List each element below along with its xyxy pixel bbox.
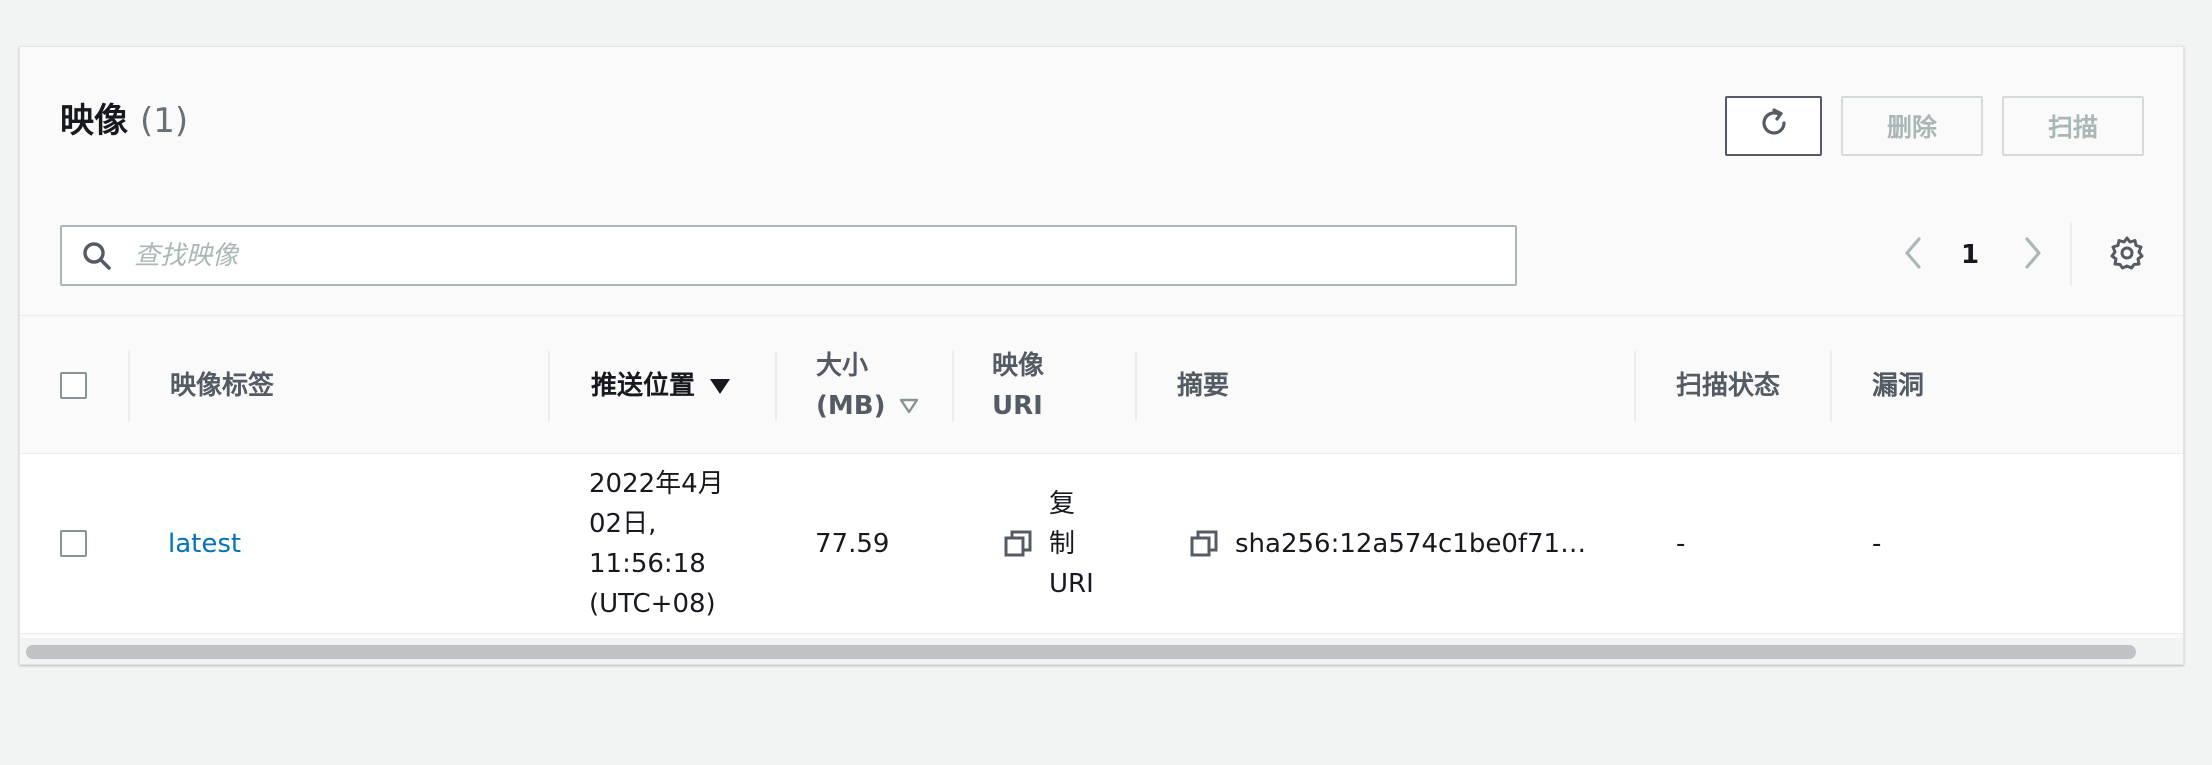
next-page-icon[interactable]: [2020, 233, 2046, 277]
column-separator: [952, 351, 954, 421]
copy-digest-button[interactable]: sha256:12a574c1be0f71…: [1189, 524, 1586, 564]
column-separator: [128, 351, 130, 421]
size-value: 77.59: [815, 529, 890, 559]
pushed-at-time: 11:56:18: [589, 549, 706, 579]
search-box: [60, 225, 1517, 286]
horizontal-scrollbar[interactable]: [20, 638, 2183, 664]
search-input[interactable]: [132, 239, 1432, 272]
copy-icon: [1003, 529, 1033, 559]
scan-button[interactable]: 扫描: [2002, 96, 2144, 156]
row-select-checkbox[interactable]: [60, 530, 87, 557]
current-page-number[interactable]: 1: [1961, 240, 2001, 270]
column-header-digest[interactable]: 摘要: [1177, 316, 1229, 455]
vulnerabilities-value: -: [1872, 529, 1882, 559]
column-header-scan-status[interactable]: 扫描状态: [1676, 316, 1780, 455]
column-header-label: 映像: [992, 350, 1045, 381]
column-header-label: 漏洞: [1872, 370, 1925, 401]
column-separator: [1634, 351, 1636, 421]
digest-value: sha256:12a574c1be0f71…: [1235, 529, 1587, 559]
scan-status-value: -: [1676, 529, 1686, 559]
settings-gear-icon[interactable]: [2109, 235, 2145, 275]
column-separator: [548, 351, 550, 421]
copy-uri-button[interactable]: 复 制 URI: [1003, 484, 1094, 604]
column-header-label: 扫描状态: [1676, 370, 1781, 401]
table-header: 映像标签 推送位置 大小 (MB) 映像 URI 摘要 扫描状态 漏洞: [20, 315, 2183, 455]
column-separator: [775, 351, 777, 421]
delete-button[interactable]: 删除: [1841, 96, 1983, 156]
copy-uri-label: 制: [1049, 529, 1076, 559]
refresh-icon: [1756, 105, 1792, 147]
table-row: latest 2022年4月 02日, 11:56:18 (UTC+08) 77…: [20, 454, 2183, 634]
select-all-checkbox[interactable]: [60, 372, 87, 399]
column-header-vulnerabilities[interactable]: 漏洞: [1872, 316, 1924, 455]
copy-icon: [1189, 529, 1219, 559]
digest-cell: sha256:12a574c1be0f71…: [1189, 454, 1586, 634]
column-header-image-tag[interactable]: 映像标签: [170, 316, 274, 455]
copy-uri-label: 复: [1049, 489, 1076, 519]
column-header-size[interactable]: 大小 (MB): [816, 316, 919, 455]
column-separator: [1830, 351, 1832, 421]
pushed-at-day: 02日,: [589, 509, 657, 539]
column-header-label: 映像标签: [170, 370, 275, 401]
image-count: (1): [140, 101, 189, 141]
column-separator: [1135, 351, 1137, 421]
pushed-at-timezone: (UTC+08): [589, 589, 716, 619]
column-header-label: 摘要: [1177, 370, 1230, 401]
images-panel: 映像 (1) 删除 扫描 1: [19, 46, 2184, 665]
refresh-button[interactable]: [1725, 96, 1822, 156]
copy-uri-label: URI: [1049, 569, 1094, 599]
column-header-pushed-at[interactable]: 推送位置: [591, 316, 731, 455]
scan-status-cell: -: [1676, 454, 1685, 634]
column-header-label: 大小: [816, 350, 869, 381]
column-header-label: 推送位置: [591, 370, 696, 401]
image-tag-cell: latest: [168, 454, 241, 634]
page-title: 映像 (1): [60, 104, 188, 138]
sort-descending-icon: [709, 377, 731, 395]
search-icon: [62, 240, 132, 272]
column-header-label: URI: [992, 390, 1043, 421]
vulnerabilities-cell: -: [1872, 454, 1881, 634]
previous-page-icon[interactable]: [1900, 233, 1926, 277]
sortable-icon: [899, 398, 919, 414]
column-header-label: (MB): [816, 390, 886, 421]
pagination-divider: [2070, 223, 2072, 285]
size-cell: 77.59: [815, 454, 889, 634]
pushed-at-date: 2022年4月: [589, 469, 724, 499]
image-tag-link[interactable]: latest: [168, 524, 241, 564]
scrollbar-thumb[interactable]: [26, 645, 2136, 659]
column-header-image-uri[interactable]: 映像 URI: [992, 316, 1044, 455]
title-text: 映像: [60, 101, 128, 141]
image-uri-cell: 复 制 URI: [1003, 454, 1094, 634]
pushed-at-cell: 2022年4月 02日, 11:56:18 (UTC+08): [589, 454, 724, 634]
